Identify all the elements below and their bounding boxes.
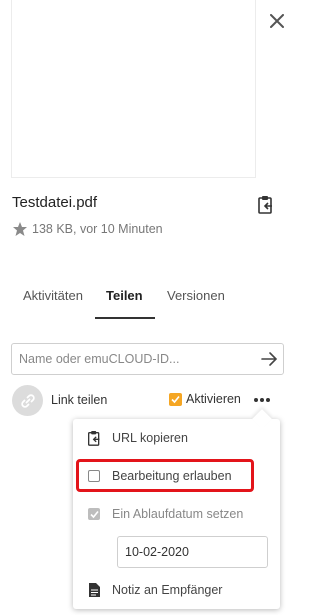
- expiry-date-input[interactable]: [117, 536, 268, 568]
- allow-edit-checkbox-wrap: [86, 468, 102, 484]
- share-search-input[interactable]: [12, 344, 252, 374]
- menu-allow-edit[interactable]: Bearbeitung erlauben: [86, 468, 232, 484]
- tab-share[interactable]: Teilen: [106, 288, 143, 303]
- copy-url-label: URL kopieren: [112, 431, 188, 445]
- expiry-checkbox[interactable]: [88, 508, 100, 520]
- link-avatar: [12, 385, 43, 416]
- file-name: Testdatei.pdf: [12, 194, 98, 211]
- file-meta: 138 KB, vor 10 Minuten: [12, 221, 163, 237]
- note-label: Notiz an Empfänger: [112, 583, 223, 597]
- activate-label: Aktivieren: [186, 392, 241, 406]
- allow-edit-label: Bearbeitung erlauben: [112, 469, 232, 483]
- clipboard-icon: [258, 196, 272, 214]
- menu-note-recipient[interactable]: Notiz an Empfänger: [86, 582, 222, 598]
- file-preview: [11, 0, 256, 178]
- more-icon-dot: [260, 398, 264, 402]
- tab-activities[interactable]: Aktivitäten: [23, 288, 83, 303]
- tab-versions[interactable]: Versionen: [167, 288, 225, 303]
- close-icon: [270, 14, 284, 28]
- allow-edit-checkbox[interactable]: [88, 470, 100, 482]
- star-icon[interactable]: [12, 221, 28, 237]
- file-meta-text: 138 KB, vor 10 Minuten: [32, 222, 163, 236]
- share-input-box: [11, 343, 284, 375]
- copy-link-button[interactable]: [257, 195, 275, 215]
- active-tab-indicator: [95, 317, 155, 319]
- clipboard-icon: [86, 430, 102, 446]
- link-share-label: Link teilen: [51, 393, 108, 407]
- link-icon: [20, 393, 35, 408]
- close-button[interactable]: [266, 10, 288, 32]
- menu-copy-url[interactable]: URL kopieren: [86, 430, 188, 446]
- checkbox-checked-icon[interactable]: [169, 392, 182, 406]
- activate-link-checkbox[interactable]: Aktivieren: [169, 392, 241, 406]
- more-icon: [254, 398, 258, 402]
- arrow-right-icon[interactable]: [260, 350, 278, 368]
- note-icon: [86, 582, 102, 598]
- expiry-checkbox-wrap: [86, 506, 102, 522]
- more-options-button[interactable]: [252, 394, 272, 406]
- more-icon-dot: [266, 398, 270, 402]
- menu-set-expiry[interactable]: Ein Ablaufdatum setzen: [86, 506, 243, 522]
- expiry-label: Ein Ablaufdatum setzen: [112, 507, 244, 521]
